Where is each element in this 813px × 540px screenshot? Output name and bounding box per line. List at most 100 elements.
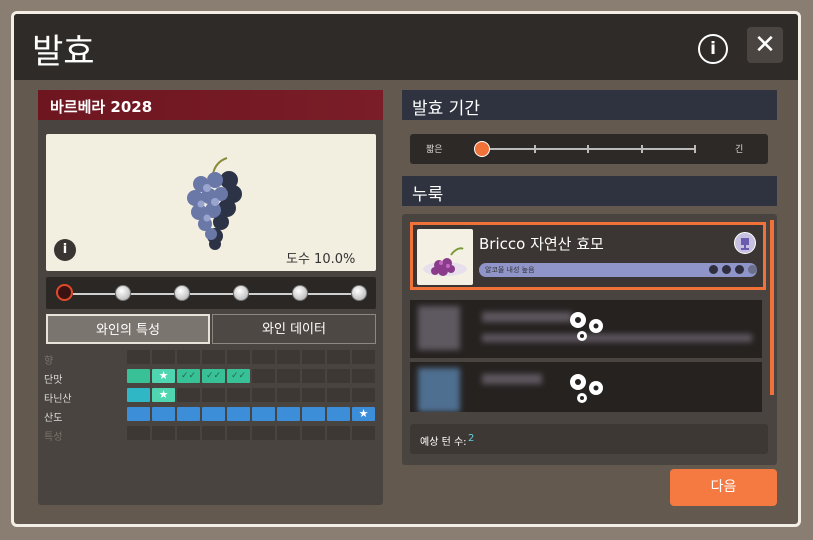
slider-tick xyxy=(641,145,643,153)
tab-wine-data[interactable]: 와인 데이터 xyxy=(212,314,376,344)
trait-cell-empty xyxy=(277,388,300,402)
alcohol-tolerance-bar: 알코올 내성 높음 xyxy=(479,263,757,277)
trait-cell-filled xyxy=(202,407,225,421)
grape-icon xyxy=(187,157,242,250)
trait-cell-empty xyxy=(227,350,250,364)
gears-icon xyxy=(570,312,603,341)
stage-marker xyxy=(292,285,308,301)
trait-cell-empty xyxy=(152,350,175,364)
wine-name-bar: 바르베라 2028 xyxy=(38,90,383,120)
stage-marker xyxy=(115,285,131,301)
alcohol-tolerance-label: 알코올 내성 높음 xyxy=(485,266,535,274)
trait-cell-filled xyxy=(277,407,300,421)
gears-icon xyxy=(570,374,603,403)
trait-grid: ★ ✓✓ ✓✓ ✓✓ ★ ★ xyxy=(127,350,379,445)
title-bar: 발효 i ✕ xyxy=(14,14,798,80)
trait-cell-empty xyxy=(302,350,325,364)
estimated-turns-value: 2 xyxy=(468,433,475,444)
wine-card: i 도수 10.0% xyxy=(46,134,376,271)
stage-marker xyxy=(351,285,367,301)
check-icon: ✓✓ xyxy=(227,369,250,383)
long-label: 긴 xyxy=(735,145,744,155)
dialog-title: 발효 xyxy=(32,32,95,72)
slider-tick xyxy=(534,145,536,153)
tab-wine-traits[interactable]: 와인의 특성 xyxy=(46,314,210,344)
wine-name: 바르베라 2028 xyxy=(50,98,153,116)
locked-thumbnail xyxy=(418,368,460,412)
trait-cell-empty xyxy=(177,426,200,440)
slider-tick xyxy=(694,145,696,153)
check-icon: ✓✓ xyxy=(202,369,225,383)
trait-cell-filled xyxy=(227,407,250,421)
trait-cell-empty xyxy=(277,350,300,364)
locked-name xyxy=(482,374,542,384)
yeast-card-locked xyxy=(410,300,762,358)
trait-cell-empty xyxy=(352,350,375,364)
trait-cell-empty xyxy=(177,350,200,364)
trait-cell-empty xyxy=(327,388,350,402)
tolerance-dot-empty xyxy=(748,265,757,274)
trait-cell-filled xyxy=(127,407,150,421)
trait-cell-empty xyxy=(352,369,375,383)
trait-cell-empty xyxy=(302,388,325,402)
stage-progress xyxy=(46,277,376,309)
star-icon: ★ xyxy=(152,369,175,383)
trait-cell-empty xyxy=(252,350,275,364)
trait-cell-empty xyxy=(227,388,250,402)
trait-cell-empty xyxy=(152,426,175,440)
yeast-name: Bricco 자연산 효모 xyxy=(479,235,604,253)
trait-cell-empty xyxy=(127,350,150,364)
trait-cell-empty xyxy=(252,369,275,383)
trait-cell-empty xyxy=(227,426,250,440)
trait-cell-empty xyxy=(302,369,325,383)
info-icon[interactable]: i xyxy=(698,34,728,64)
next-button[interactable]: 다음 xyxy=(670,469,777,506)
stage-marker xyxy=(233,285,249,301)
locked-name xyxy=(482,312,572,322)
duration-slider-thumb[interactable] xyxy=(474,141,490,157)
stage-marker xyxy=(174,285,190,301)
trait-cell-filled xyxy=(127,388,150,402)
yeast-scrollbar[interactable] xyxy=(770,220,774,395)
trait-label-sweetness: 단맛 xyxy=(44,375,63,386)
trait-cell-empty xyxy=(202,350,225,364)
wine-glass-icon xyxy=(734,232,756,254)
tolerance-dot xyxy=(709,265,718,274)
star-icon: ★ xyxy=(352,407,375,421)
tolerance-dot xyxy=(735,265,744,274)
trait-cell-empty xyxy=(202,426,225,440)
stage-connector xyxy=(308,293,351,295)
trait-cell-empty xyxy=(327,350,350,364)
yeast-thumbnail xyxy=(417,229,473,285)
tolerance-dot xyxy=(722,265,731,274)
star-icon: ★ xyxy=(152,388,175,402)
trait-cell-filled xyxy=(252,407,275,421)
close-button[interactable]: ✕ xyxy=(747,27,783,63)
grape-icon xyxy=(423,247,467,276)
short-label: 짧은 xyxy=(426,145,443,155)
stage-connector xyxy=(249,293,292,295)
check-icon: ✓✓ xyxy=(177,369,200,383)
trait-cell-filled xyxy=(177,407,200,421)
alcohol-content: 도수 10.0% xyxy=(286,252,356,267)
trait-cell-empty xyxy=(327,426,350,440)
locked-thumbnail xyxy=(418,306,460,350)
yeast-list[interactable]: Bricco 자연산 효모 알코올 내성 높음 xyxy=(408,220,770,412)
yeast-card-locked xyxy=(410,362,762,412)
trait-cell-filled xyxy=(127,369,150,383)
trait-cell-empty xyxy=(252,388,275,402)
trait-label-aroma: 향 xyxy=(44,356,54,367)
estimated-turns-box: 예상 턴 수: 2 xyxy=(410,424,768,454)
locked-bar xyxy=(482,334,752,342)
wine-info-icon[interactable]: i xyxy=(54,239,76,261)
trait-cell-filled xyxy=(152,407,175,421)
stage-connector xyxy=(190,293,233,295)
fermentation-dialog: 발효 i ✕ 바르베라 2028 i 도수 10.0% 와인의 특성 와인 데이… xyxy=(11,11,801,527)
yeast-heading: 누룩 xyxy=(402,176,777,206)
trait-cell-empty xyxy=(202,388,225,402)
trait-label-character: 특성 xyxy=(44,432,63,443)
estimated-turns-label: 예상 턴 수: xyxy=(420,437,467,448)
yeast-card-selected[interactable]: Bricco 자연산 효모 알코올 내성 높음 xyxy=(410,222,766,290)
trait-cell-empty xyxy=(327,369,350,383)
stage-connector xyxy=(73,293,115,295)
